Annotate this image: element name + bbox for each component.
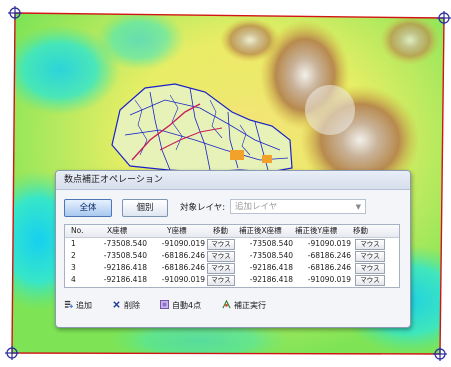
corrected-y-cell[interactable]: -91090.019: [293, 274, 351, 286]
auto-four-points-button[interactable]: 自動4点: [160, 299, 201, 313]
chevron-down-icon: ▼: [355, 203, 361, 211]
corrected-x-cell[interactable]: -92186.418: [233, 274, 293, 286]
corrected-y-cell[interactable]: -68186.246: [293, 250, 351, 262]
corrected-x-cell[interactable]: -73508.540: [233, 250, 293, 262]
y-coordinate-cell[interactable]: -68186.246: [147, 250, 205, 262]
corrected-y-cell[interactable]: -91090.019: [293, 238, 351, 250]
table-row[interactable]: 1 -73508.540 -91090.019 マウス -73508.540 -…: [65, 238, 399, 250]
delete-button[interactable]: 削除: [112, 299, 140, 313]
x-coordinate-cell[interactable]: -92186.418: [83, 274, 147, 286]
table-row[interactable]: 4 -92186.418 -91090.019 マウス -92186.418 -…: [65, 274, 399, 286]
target-layer-select[interactable]: 追加レイヤ ▼: [230, 199, 366, 214]
mouse-move-button[interactable]: マウス: [355, 275, 385, 286]
column-header: 移動: [213, 226, 228, 235]
individual-button[interactable]: 個別: [122, 199, 168, 217]
dialog-title: 数点補正オペレーション: [56, 171, 410, 190]
mouse-move-button[interactable]: マウス: [355, 263, 385, 274]
execute-correction-button[interactable]: 補正実行: [222, 299, 266, 313]
mouse-move-button[interactable]: マウス: [207, 275, 235, 286]
multi-point-correction-dialog: 数点補正オペレーション 全体 個別 対象レイヤ: 追加レイヤ ▼ No. X座標…: [55, 170, 411, 328]
row-number: 1: [71, 239, 76, 248]
mouse-move-button[interactable]: マウス: [355, 251, 385, 262]
corrected-x-cell[interactable]: -92186.418: [233, 262, 293, 274]
x-coordinate-cell[interactable]: -73508.540: [83, 250, 147, 262]
dialog-toolbar: 全体 個別 対象レイヤ: 追加レイヤ ▼: [64, 199, 402, 217]
target-layer-value: 追加レイヤ: [235, 202, 278, 212]
row-number: 4: [71, 275, 76, 284]
column-header: No.: [71, 226, 84, 235]
add-button[interactable]: 追加: [64, 299, 92, 313]
all-button[interactable]: 全体: [64, 199, 112, 217]
y-coordinate-cell[interactable]: -68186.246: [147, 262, 205, 274]
column-header: X座標: [107, 226, 128, 235]
table-header: No. X座標 Y座標 移動 補正後X座標 補正後Y座標 移動: [65, 225, 399, 238]
column-header: 補正後Y座標: [295, 226, 338, 235]
execute-correction-label: 補正実行: [234, 301, 266, 310]
x-coordinate-cell[interactable]: -92186.418: [83, 262, 147, 274]
corrected-y-cell[interactable]: -68186.246: [293, 262, 351, 274]
auto-four-points-icon: [160, 300, 169, 309]
column-header: Y座標: [167, 226, 187, 235]
corrected-x-cell[interactable]: -73508.540: [233, 238, 293, 250]
column-header: 移動: [353, 226, 368, 235]
add-row-icon: [64, 300, 73, 309]
dialog-footer: 追加 削除 自動4点 補正実行: [64, 299, 402, 313]
mouse-move-button[interactable]: マウス: [207, 251, 235, 262]
x-coordinate-cell[interactable]: -73508.540: [83, 238, 147, 250]
coordinate-table: No. X座標 Y座標 移動 補正後X座標 補正後Y座標 移動 1 -73508…: [64, 224, 400, 288]
mouse-move-button[interactable]: マウス: [207, 239, 235, 250]
table-row[interactable]: 3 -92186.418 -68186.246 マウス -92186.418 -…: [65, 262, 399, 274]
target-layer-label: 対象レイヤ:: [180, 203, 226, 213]
auto-four-points-label: 自動4点: [172, 301, 202, 310]
mouse-move-button[interactable]: マウス: [207, 263, 235, 274]
add-label: 追加: [76, 301, 92, 310]
row-number: 3: [71, 263, 76, 272]
mouse-move-button[interactable]: マウス: [355, 239, 385, 250]
execute-correction-icon: [222, 300, 231, 309]
map-canvas[interactable]: 数点補正オペレーション 全体 個別 対象レイヤ: 追加レイヤ ▼ No. X座標…: [0, 0, 451, 367]
column-header: 補正後X座標: [239, 226, 282, 235]
y-coordinate-cell[interactable]: -91090.019: [147, 238, 205, 250]
y-coordinate-cell[interactable]: -91090.019: [147, 274, 205, 286]
row-number: 2: [71, 251, 76, 260]
delete-x-icon: [113, 301, 120, 308]
table-row[interactable]: 2 -73508.540 -68186.246 マウス -73508.540 -…: [65, 250, 399, 262]
delete-label: 削除: [124, 301, 140, 310]
